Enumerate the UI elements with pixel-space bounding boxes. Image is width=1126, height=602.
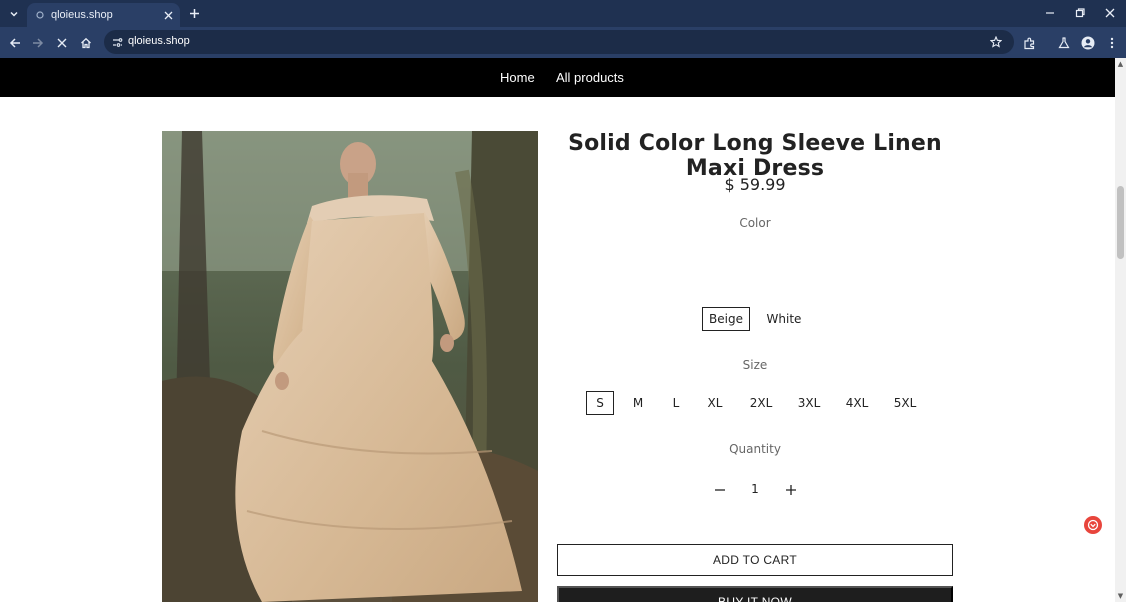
size-option-m[interactable]: M	[624, 391, 652, 415]
product-image[interactable]	[162, 131, 538, 602]
page-scrollbar[interactable]: ▲ ▼	[1115, 58, 1126, 602]
nav-all-products-link[interactable]: All products	[556, 70, 624, 85]
address-bar[interactable]: qloieus.shop	[104, 30, 1014, 54]
size-option-5xl[interactable]: 5XL	[888, 391, 922, 415]
size-option-l[interactable]: L	[662, 391, 690, 415]
scroll-down-icon[interactable]: ▼	[1117, 592, 1124, 600]
new-tab-icon[interactable]	[185, 4, 203, 22]
size-label: Size	[742, 358, 768, 372]
tab-title: qloieus.shop	[51, 9, 113, 21]
url-text[interactable]: qloieus.shop	[128, 35, 190, 47]
close-window-icon[interactable]	[1100, 4, 1120, 22]
color-option-beige[interactable]: Beige	[702, 307, 750, 331]
size-options: S M L XL 2XL 3XL 4XL 5XL	[557, 391, 953, 415]
increase-quantity-icon[interactable]	[781, 480, 801, 500]
color-options: Beige White	[557, 307, 953, 331]
size-option-4xl[interactable]: 4XL	[840, 391, 874, 415]
site-nav: Home All products	[0, 58, 1115, 97]
quantity-value[interactable]: 1	[745, 482, 765, 496]
size-option-3xl[interactable]: 3XL	[792, 391, 826, 415]
product-title: Solid Color Long Sleeve Linen Maxi Dress	[568, 131, 942, 181]
browser-tab[interactable]: qloieus.shop	[27, 3, 180, 27]
size-option-s[interactable]: S	[586, 391, 614, 415]
extensions-icon[interactable]	[1019, 33, 1039, 53]
minimize-icon[interactable]	[1040, 4, 1060, 22]
scroll-thumb[interactable]	[1117, 186, 1124, 259]
forward-icon[interactable]	[28, 33, 48, 53]
restore-icon[interactable]	[1070, 4, 1090, 22]
more-icon[interactable]	[1102, 33, 1122, 53]
tab-search-icon[interactable]	[4, 4, 24, 24]
size-option-2xl[interactable]: 2XL	[744, 391, 778, 415]
stop-icon[interactable]	[52, 33, 72, 53]
size-option-xl[interactable]: XL	[701, 391, 729, 415]
decrease-quantity-icon[interactable]	[710, 480, 730, 500]
star-icon[interactable]	[988, 34, 1004, 50]
quantity-stepper: 1	[557, 480, 953, 500]
home-icon[interactable]	[76, 33, 96, 53]
labs-icon[interactable]	[1054, 33, 1074, 53]
back-icon[interactable]	[5, 33, 25, 53]
quantity-label: Quantity	[729, 442, 781, 456]
page-viewport: Home All products Solid Color Long Sleev…	[0, 58, 1115, 602]
chat-widget-icon[interactable]	[1084, 516, 1102, 534]
close-icon[interactable]	[160, 7, 176, 23]
browser-tab-strip: qloieus.shop	[0, 0, 1126, 27]
add-to-cart-button[interactable]: ADD TO CART	[557, 544, 953, 576]
site-info-icon[interactable]	[110, 35, 124, 49]
profile-icon[interactable]	[1078, 33, 1098, 53]
nav-home-link[interactable]: Home	[500, 70, 535, 85]
browser-toolbar: qloieus.shop	[0, 27, 1126, 58]
color-option-white[interactable]: White	[760, 307, 808, 331]
color-label: Color	[739, 216, 771, 230]
product-price: $ 59.99	[724, 175, 786, 194]
scroll-up-icon[interactable]: ▲	[1117, 60, 1124, 68]
favicon-icon	[35, 10, 45, 20]
buy-now-button[interactable]: BUY IT NOW	[557, 586, 953, 602]
